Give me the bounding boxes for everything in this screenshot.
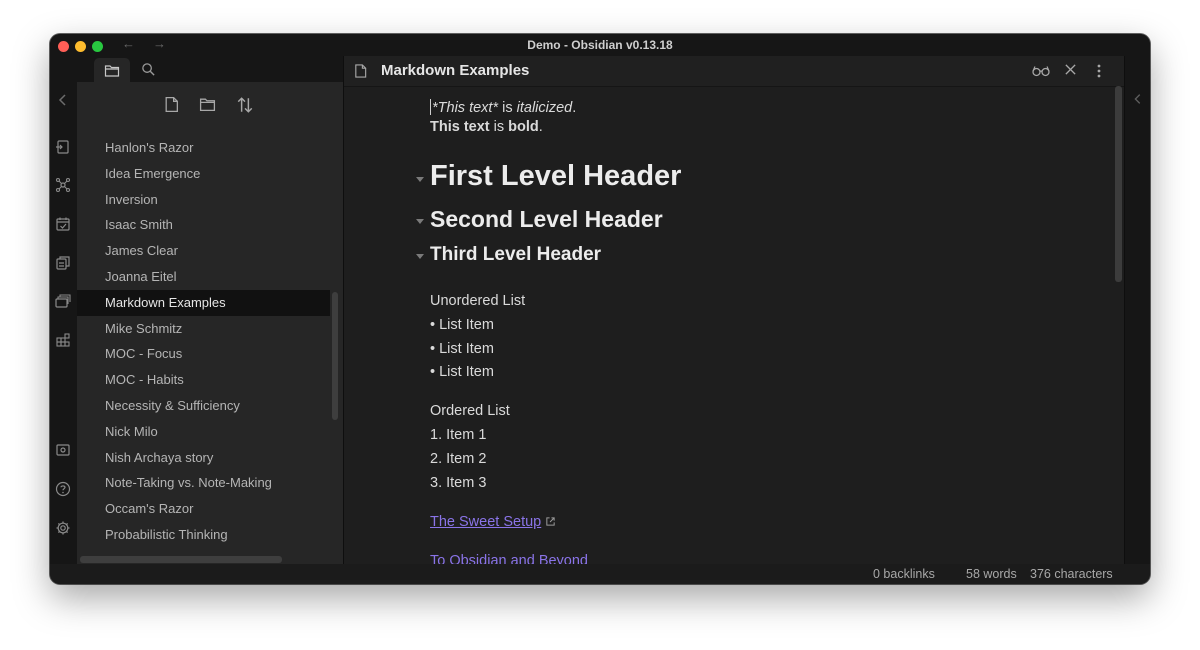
editor-header: Markdown Examples [344, 56, 1124, 87]
file-item[interactable]: Nish Archaya story [77, 445, 330, 471]
expand-right-sidebar-icon[interactable] [1131, 92, 1145, 106]
unordered-list-title: Unordered List [430, 293, 526, 309]
tab-file-explorer[interactable] [94, 58, 130, 82]
note-title[interactable]: Markdown Examples [381, 62, 529, 79]
file-list-vertical-scrollbar[interactable] [332, 292, 338, 420]
sort-order-button[interactable] [236, 96, 254, 119]
file-item[interactable]: Necessity & Sufficiency [77, 393, 330, 419]
ordered-list-item: 1. Item 1 [430, 427, 487, 443]
list-item: • List Item [430, 317, 494, 333]
file-item[interactable]: Mike Schmitz [77, 316, 330, 342]
sort-arrows-icon [237, 97, 253, 113]
file-item[interactable]: MOC - Focus [77, 341, 330, 367]
plugins-grid-icon[interactable] [55, 332, 71, 348]
new-note-button[interactable] [163, 96, 180, 118]
file-item[interactable]: Nick Milo [77, 419, 330, 445]
new-folder-button[interactable] [198, 96, 217, 118]
close-icon [1065, 64, 1076, 75]
heading-1: First Level Header [430, 160, 682, 192]
list-item: • List Item [430, 341, 494, 357]
search-icon [142, 63, 155, 76]
folder-icon [104, 65, 120, 77]
file-item[interactable]: Joanna Eitel [77, 264, 330, 290]
collapse-sidebar-icon[interactable] [55, 92, 71, 108]
external-link-the-sweet-setup[interactable]: The Sweet Setup [430, 514, 556, 530]
left-ribbon [50, 56, 77, 564]
file-item[interactable]: Note-Taking vs. Note-Making [77, 470, 330, 496]
file-explorer-sidebar: Hanlon's Razor Idea Emergence Inversion Isa… [77, 56, 343, 564]
preview-mode-button[interactable] [1032, 64, 1050, 82]
tab-search[interactable] [141, 62, 156, 82]
external-link-icon [546, 517, 555, 526]
new-folder-icon [199, 98, 216, 111]
file-list: Hanlon's Razor Idea Emergence Inversion Isa… [77, 135, 330, 555]
word-count: 58 words [966, 567, 1017, 581]
document-icon [353, 63, 368, 84]
more-vertical-icon [1097, 64, 1101, 78]
editor-pane: Markdown Examples *This text* is italici… [344, 56, 1124, 569]
file-item-active[interactable]: Markdown Examples [77, 289, 330, 316]
editor-vertical-scrollbar[interactable] [1115, 86, 1122, 282]
help-icon[interactable] [55, 481, 71, 497]
backlinks-count[interactable]: 0 backlinks [873, 567, 935, 581]
fold-arrow-icon[interactable] [416, 177, 424, 182]
templates-icon[interactable] [55, 255, 71, 271]
ordered-list-title: Ordered List [430, 403, 510, 419]
sidebar-tabs [77, 56, 343, 82]
italic-example-line: *This text* is italicized. [430, 99, 577, 116]
heading-2: Second Level Header [430, 206, 663, 232]
graph-view-icon[interactable] [55, 177, 71, 193]
file-explorer-panel: Hanlon's Razor Idea Emergence Inversion Isa… [77, 82, 343, 564]
file-item[interactable]: Hanlon's Razor [77, 135, 330, 161]
file-item[interactable]: James Clear [77, 238, 330, 264]
glasses-icon [1032, 66, 1050, 77]
title-bar: ← → Demo - Obsidian v0.13.18 [50, 34, 1150, 56]
file-item[interactable]: Inversion [77, 187, 330, 213]
fold-arrow-icon[interactable] [416, 219, 424, 224]
file-item[interactable]: MOC - Habits [77, 367, 330, 393]
ordered-list-item: 2. Item 2 [430, 451, 487, 467]
more-options-button[interactable] [1096, 63, 1102, 84]
file-explorer-toolbar [77, 96, 343, 120]
ordered-list-item: 3. Item 3 [430, 475, 487, 491]
text-cursor [430, 99, 431, 115]
file-item[interactable]: Occam's Razor [77, 496, 330, 522]
new-note-icon [165, 96, 178, 113]
file-item[interactable]: Idea Emergence [77, 161, 330, 187]
window-title: Demo - Obsidian v0.13.18 [527, 38, 673, 52]
open-quick-switcher-icon[interactable] [55, 139, 71, 155]
daily-note-calendar-icon[interactable] [55, 216, 71, 232]
vault-switcher-icon[interactable] [55, 442, 71, 458]
list-item: • List Item [430, 364, 494, 380]
app-window: ← → Demo - Obsidian v0.13.18 Hanlon's Ra… [50, 34, 1150, 584]
file-item[interactable]: Probabilistic Thinking [77, 522, 330, 548]
right-sidebar-collapsed [1124, 56, 1150, 564]
close-note-button[interactable] [1064, 63, 1077, 81]
character-count: 376 characters [1030, 567, 1113, 581]
file-list-horizontal-scrollbar[interactable] [80, 556, 282, 563]
fold-arrow-icon[interactable] [416, 254, 424, 259]
status-bar: 0 backlinks 58 words 376 characters [50, 564, 1150, 584]
file-item[interactable]: Phi... [77, 548, 330, 555]
heading-3: Third Level Header [430, 244, 602, 265]
file-item[interactable]: Isaac Smith [77, 212, 330, 238]
slides-icon[interactable] [55, 293, 71, 309]
settings-gear-icon[interactable] [55, 520, 71, 536]
bold-example-line: This text is bold. [430, 119, 543, 135]
